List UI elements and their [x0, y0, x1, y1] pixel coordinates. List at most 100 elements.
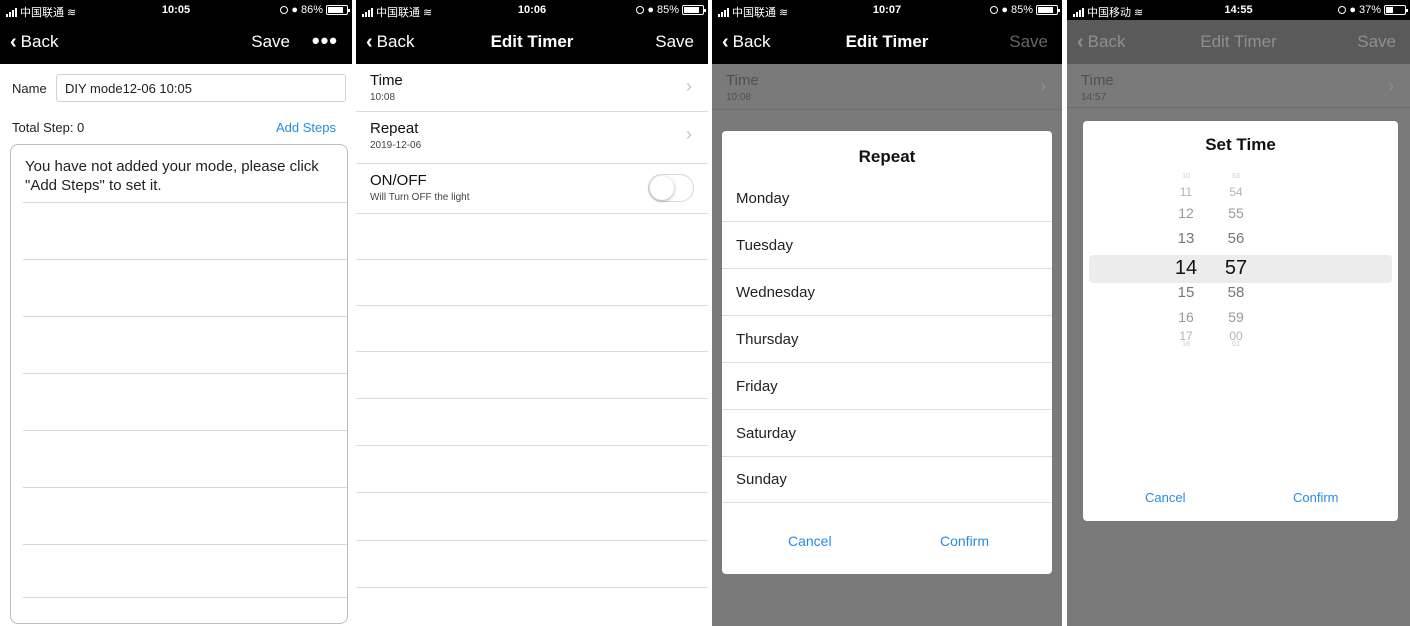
chevron-right-icon: ›: [1040, 76, 1046, 96]
add-steps-link[interactable]: Add Steps: [276, 120, 336, 135]
minute-option[interactable]: 57: [1221, 257, 1251, 280]
day-label: Saturday: [736, 425, 797, 442]
phone-screen-set-time-dialog: 中国移动 ≋ 14:55 ● 37% ‹ Back Edit Timer Sav…: [1067, 0, 1410, 626]
dialog-title: Repeat: [858, 147, 916, 166]
day-label: Tuesday: [736, 237, 793, 254]
hour-option[interactable]: 18: [1171, 341, 1201, 348]
minute-option[interactable]: 59: [1221, 309, 1251, 325]
day-label: Wednesday: [736, 284, 815, 301]
divider: [356, 305, 708, 306]
hour-option[interactable]: 16: [1171, 309, 1201, 325]
divider: [356, 351, 708, 352]
minute-option[interactable]: 55: [1221, 205, 1251, 221]
alarm-icon: ●: [1001, 4, 1008, 16]
back-button[interactable]: ‹ Back: [1077, 32, 1125, 52]
day-option-tuesday[interactable]: Tuesday: [722, 222, 1052, 269]
day-option-friday[interactable]: Friday: [722, 363, 1052, 410]
orientation-lock-icon: [1338, 6, 1347, 14]
minute-option[interactable]: 54: [1221, 185, 1251, 199]
day-option-sunday[interactable]: Sunday: [722, 456, 1052, 503]
status-right: ● 37%: [1338, 4, 1408, 16]
day-option-wednesday[interactable]: Wednesday: [722, 269, 1052, 316]
day-option-monday[interactable]: Monday: [722, 175, 1052, 222]
hour-option[interactable]: 15: [1171, 284, 1201, 301]
empty-steps-message: You have not added your mode, please cli…: [25, 158, 319, 194]
back-button[interactable]: ‹ Back: [722, 32, 770, 52]
mode-name-input[interactable]: DIY mode12-06 10:05: [56, 74, 346, 102]
back-button[interactable]: ‹ Back: [366, 32, 414, 52]
time-row: Time 10:08 ›: [712, 64, 1062, 110]
chevron-right-icon: ›: [1388, 76, 1394, 96]
save-button[interactable]: Save: [655, 32, 694, 52]
minute-option[interactable]: 56: [1221, 230, 1251, 247]
divider: [356, 259, 708, 260]
hour-option[interactable]: 13: [1171, 230, 1201, 247]
nav-bar: ‹ Back Edit Timer Save: [712, 20, 1062, 64]
row-subtitle: 10:08: [726, 92, 752, 103]
save-button[interactable]: Save: [1357, 32, 1396, 52]
toggle-knob: [650, 176, 674, 200]
cancel-button[interactable]: Cancel: [1145, 490, 1185, 505]
day-label: Thursday: [736, 331, 799, 348]
confirm-button[interactable]: Confirm: [940, 533, 989, 549]
minute-option[interactable]: 01: [1221, 341, 1251, 348]
on-off-toggle[interactable]: [648, 174, 694, 202]
battery-icon: [326, 5, 350, 15]
chevron-left-icon: ‹: [366, 31, 373, 53]
divider: [356, 445, 708, 446]
battery-icon: [1384, 5, 1408, 15]
row-subtitle: 2019-12-06: [370, 140, 422, 151]
screenshot-strip: 中国联通 ≋ 10:05 ● 86% ‹ Back Save ••• Name …: [0, 0, 1410, 626]
orientation-lock-icon: [280, 6, 289, 14]
total-step-label: Total Step: 0: [12, 120, 85, 135]
orientation-lock-icon: [990, 6, 999, 14]
divider: [23, 316, 347, 317]
minute-option[interactable]: 53: [1221, 173, 1251, 180]
chevron-left-icon: ‹: [10, 31, 17, 53]
save-button[interactable]: Save: [1009, 32, 1048, 52]
repeat-row[interactable]: Repeat 2019-12-06 ›: [356, 112, 708, 164]
hour-option[interactable]: 14: [1171, 257, 1201, 280]
status-right: ● 85%: [636, 4, 706, 16]
time-row[interactable]: Time 10:08 ›: [356, 64, 708, 112]
alarm-icon: ●: [647, 4, 654, 16]
day-label: Monday: [736, 190, 790, 207]
day-option-thursday[interactable]: Thursday: [722, 316, 1052, 363]
day-label: Sunday: [736, 471, 787, 488]
more-options-icon[interactable]: •••: [312, 28, 338, 54]
status-bar: 中国联通 ≋ 10:06 ● 85%: [356, 0, 708, 20]
hour-option[interactable]: 11: [1171, 185, 1201, 199]
set-time-dialog: Set Time 10 11 12 13 14 15 16 17 18 53 54 55 56 57 58 5…: [1083, 121, 1398, 521]
step-row: Total Step: 0 Add Steps: [0, 118, 352, 138]
divider: [356, 587, 708, 588]
row-title: Time: [726, 72, 759, 89]
divider: [23, 430, 347, 431]
time-row: Time 14:57 ›: [1067, 64, 1410, 108]
day-option-saturday[interactable]: Saturday: [722, 410, 1052, 457]
back-label: Back: [20, 32, 59, 51]
chevron-left-icon: ‹: [722, 31, 729, 53]
status-bar: 中国移动 ≋ 14:55 ● 37%: [1067, 0, 1410, 20]
nav-bar: ‹ Back Edit Timer Save: [356, 20, 708, 64]
save-button[interactable]: Save: [251, 32, 290, 52]
orientation-lock-icon: [636, 6, 645, 14]
battery-percent: 86%: [300, 4, 323, 16]
minute-option[interactable]: 58: [1221, 284, 1251, 301]
confirm-button[interactable]: Confirm: [1293, 490, 1339, 505]
divider: [356, 492, 708, 493]
nav-bar: ‹ Back Edit Timer Save: [1067, 20, 1410, 64]
cancel-button[interactable]: Cancel: [788, 533, 832, 549]
divider: [23, 202, 347, 203]
hour-option[interactable]: 12: [1171, 205, 1201, 221]
back-button[interactable]: ‹ Back: [10, 32, 58, 52]
nav-bar: ‹ Back Save •••: [0, 20, 352, 64]
row-title: Repeat: [370, 120, 419, 137]
phone-screen-diy-mode: 中国联通 ≋ 10:05 ● 86% ‹ Back Save ••• Name …: [0, 0, 352, 626]
divider: [23, 373, 347, 374]
divider: [23, 259, 347, 260]
divider: [356, 540, 708, 541]
status-right: ● 86%: [280, 4, 350, 16]
row-subtitle: 10:08: [370, 92, 396, 103]
row-subtitle: 14:57: [1081, 92, 1107, 103]
hour-option[interactable]: 10: [1171, 173, 1201, 180]
